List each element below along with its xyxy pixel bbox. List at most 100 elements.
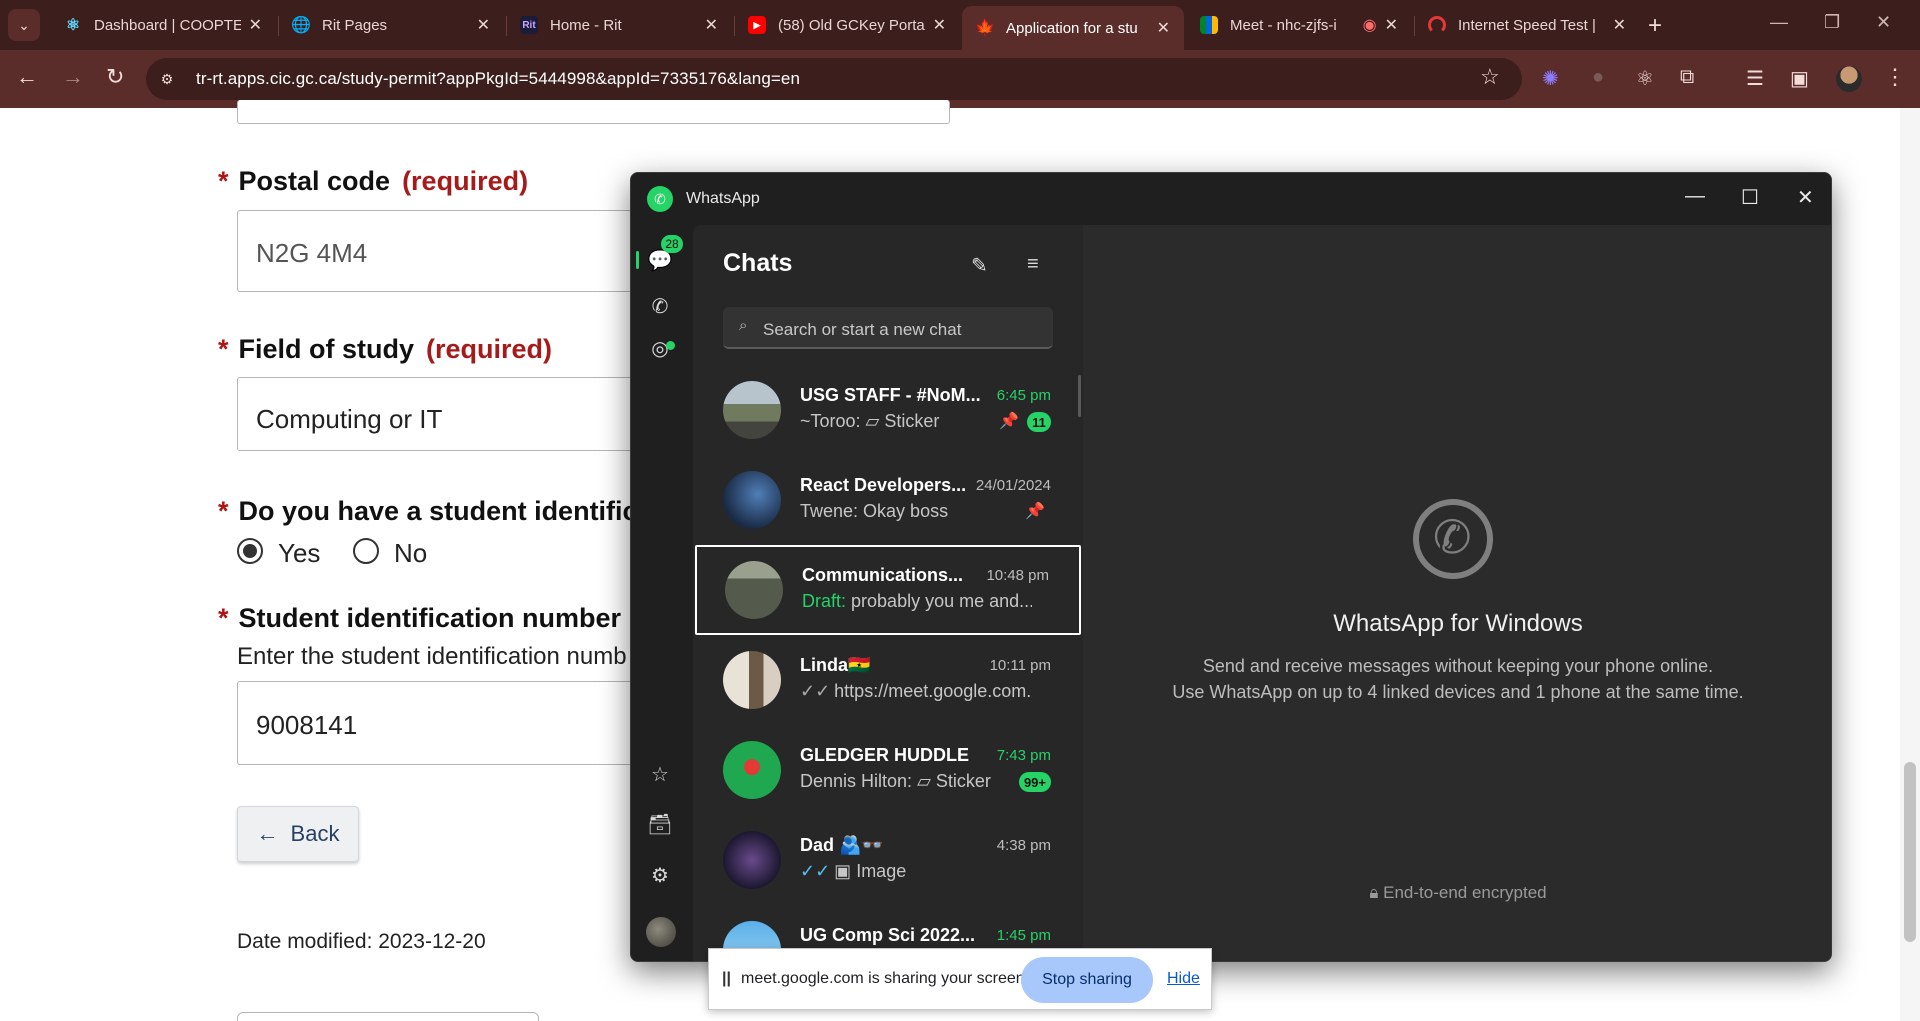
tab-application[interactable]: 🍁 Application for a stu ✕ [962, 6, 1184, 50]
minimize-icon[interactable]: — [1685, 185, 1705, 208]
chat-row[interactable]: Dad 🫂👓 4:38 pm ✓✓ ▣ Image [693, 815, 1083, 905]
next-button-partial[interactable] [237, 1012, 539, 1021]
sticker-icon: ▱ [917, 771, 936, 791]
postal-code-label: * Postal code (required) [218, 166, 529, 196]
tab-dashboard[interactable]: ⚛ Dashboard | COOPTE ✕ [50, 6, 276, 44]
side-panel-icon[interactable]: ▣ [1790, 66, 1809, 91]
chevron-down-icon: ⌄ [18, 16, 30, 33]
forward-arrow-icon[interactable]: → [62, 64, 84, 90]
welcome-line-2: Use WhatsApp on up to 4 linked devices a… [1172, 682, 1744, 702]
maximize-icon[interactable]: ☐ [1741, 185, 1759, 210]
screen-share-bar: || meet.google.com is sharing your scree… [708, 948, 1212, 1010]
extension-dark-icon[interactable]: ● [1592, 66, 1604, 89]
radio-no-label[interactable]: No [394, 538, 427, 569]
chat-row[interactable]: USG STAFF - #NoM... 6:45 pm ~Toroo: ▱ St… [693, 365, 1083, 455]
tab-rit-pages[interactable]: 🌐 Rit Pages ✕ [278, 6, 504, 44]
radio-yes-label[interactable]: Yes [278, 538, 320, 569]
pin-icon: 📌 [999, 413, 1019, 430]
page-scrollbar-thumb[interactable] [1904, 762, 1916, 942]
react-devtools-icon[interactable]: ⚛ [1636, 66, 1654, 91]
back-button[interactable]: ← Back [237, 806, 359, 862]
hide-link[interactable]: Hide [1167, 970, 1200, 988]
chat-avatar [723, 741, 781, 799]
drag-handle-icon[interactable]: || [722, 970, 731, 988]
starred-icon[interactable]: ☆ [645, 759, 675, 789]
tab-home-rit[interactable]: Rit Home - Rit ✕ [506, 6, 732, 44]
tab-speed-test[interactable]: Internet Speed Test | ✕ [1414, 6, 1640, 44]
unread-badge: 99+ [1018, 772, 1051, 792]
bookmark-star-icon[interactable]: ☆ [1480, 64, 1500, 90]
chat-row-selected[interactable]: Communications... 10:48 pm Draft: probab… [695, 545, 1081, 635]
required-asterisk: * [218, 166, 229, 196]
chat-avatar [725, 561, 783, 619]
close-tab-icon[interactable]: ✕ [1385, 15, 1398, 35]
whatsapp-phone-icon [1413, 499, 1493, 579]
unread-count-badge: 28 [661, 235, 683, 253]
profile-avatar[interactable] [1836, 66, 1862, 92]
recording-icon: ◉ [1362, 17, 1377, 34]
menu-kebab-icon[interactable]: ⋮ [1884, 64, 1906, 90]
radio-yes[interactable] [237, 538, 263, 564]
calls-icon[interactable]: ✆ [645, 291, 675, 321]
minimize-icon[interactable]: — [1770, 12, 1788, 33]
my-profile-avatar[interactable] [646, 917, 676, 947]
chat-avatar [723, 831, 781, 889]
welcome-title: WhatsApp for Windows [1333, 610, 1583, 637]
globe-icon: 🌐 [291, 17, 311, 34]
chat-row[interactable]: Linda🇬🇭 10:11 pm ✓✓ https://meet.google.c… [693, 635, 1083, 725]
filter-icon[interactable]: ≡ [1027, 253, 1039, 276]
close-tab-icon[interactable]: ✕ [249, 15, 262, 35]
site-info-icon[interactable]: ⚙ [154, 66, 180, 92]
tab-search-button[interactable]: ⌄ [8, 9, 40, 41]
sticker-icon: ▱ [865, 411, 885, 431]
url-text[interactable]: tr-rt.apps.cic.gc.ca/study-permit?appPkg… [196, 69, 800, 89]
close-tab-icon[interactable]: ✕ [477, 15, 490, 35]
welcome-panel: WhatsApp for Windows Send and receive me… [1083, 225, 1831, 961]
close-icon[interactable]: ✕ [1797, 185, 1814, 210]
lock-icon: 🔒︎ [1369, 883, 1384, 902]
tab-meet[interactable]: Meet - nhc-zjfs-i ◉ ✕ [1186, 6, 1412, 44]
speedtest-icon [1428, 16, 1446, 34]
field-of-study-label: * Field of study (required) [218, 334, 553, 364]
radio-no[interactable] [353, 538, 379, 564]
google-meet-icon [1200, 16, 1218, 34]
close-tab-icon[interactable]: ✕ [1613, 15, 1626, 35]
student-id-help-text: Enter the student identification numb [237, 643, 627, 670]
encryption-note: 🔒︎ End-to-end encrypted [1369, 883, 1547, 902]
postal-code-value: N2G 4M4 [256, 238, 368, 268]
settings-gear-icon[interactable]: ⚙ [645, 860, 675, 890]
student-id-value: 9008141 [256, 710, 358, 740]
search-icon: ⌕ [739, 317, 748, 334]
chat-avatar [723, 651, 781, 709]
tab-youtube[interactable]: ▶ (58) Old GCKey Porta ✕ [734, 6, 960, 44]
chat-avatar [723, 471, 781, 529]
chat-row[interactable]: GLEDGER HUDDLE 7:43 pm Dennis Hilton: ▱ … [693, 725, 1083, 815]
extension-gear-icon[interactable]: ✺ [1542, 66, 1559, 91]
chat-avatar [723, 381, 781, 439]
double-tick-icon: ✓✓ [800, 861, 831, 881]
new-tab-icon[interactable]: + [1648, 12, 1662, 40]
restore-icon[interactable]: ❐ [1824, 12, 1840, 33]
media-controls-icon[interactable]: ☰ [1746, 66, 1764, 91]
pin-icon: 📌 [1025, 503, 1045, 520]
close-tab-icon[interactable]: ✕ [933, 15, 946, 35]
close-tab-icon[interactable]: ✕ [705, 15, 718, 35]
previous-field-box[interactable] [237, 100, 950, 124]
extensions-puzzle-icon[interactable]: ⧉ [1680, 66, 1694, 89]
search-placeholder: Search or start a new chat [763, 320, 962, 339]
close-tab-icon[interactable]: ✕ [1157, 18, 1170, 38]
welcome-line-1: Send and receive messages without keepin… [1202, 656, 1714, 676]
stop-sharing-button[interactable]: Stop sharing [1021, 957, 1153, 1003]
youtube-icon: ▶ [748, 16, 766, 34]
double-tick-icon: ✓✓ [800, 681, 831, 701]
share-status-text: meet.google.com is sharing your screen. [741, 970, 1030, 987]
new-chat-icon[interactable]: ✎ [971, 253, 988, 278]
archive-icon[interactable]: 🗃 [645, 809, 675, 839]
react-icon: ⚛ [65, 17, 81, 34]
close-window-icon[interactable]: ✕ [1876, 12, 1891, 33]
chat-row[interactable]: React Developers... 24/01/2024 Twene: Ok… [693, 455, 1083, 545]
student-id-question-label: * Do you have a student identific [218, 496, 638, 526]
back-arrow-icon[interactable]: ← [16, 64, 38, 90]
reload-icon[interactable]: ↻ [106, 64, 124, 90]
required-asterisk: * [218, 334, 229, 364]
